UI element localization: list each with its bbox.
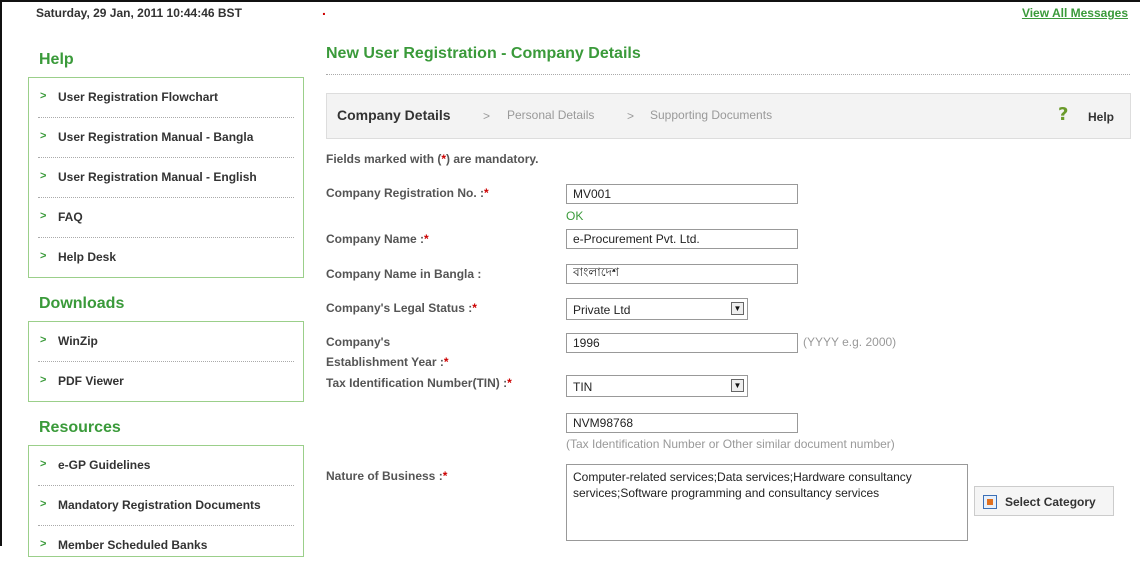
chevron-right-icon: > — [40, 170, 47, 182]
step-company-details: Company Details — [337, 107, 451, 123]
sidebar-item-egp-guidelines[interactable]: > e-GP Guidelines — [38, 446, 294, 486]
step-separator: > — [627, 109, 635, 123]
sidebar-item-label[interactable]: User Registration Manual - Bangla — [58, 130, 253, 144]
reg-no-label: Company Registration No. :* — [326, 186, 489, 200]
chevron-down-icon[interactable]: ▼ — [731, 379, 744, 392]
mandatory-note-prefix: Fields marked with ( — [326, 152, 442, 166]
legal-status-label: Company's Legal Status :* — [326, 301, 477, 315]
chevron-right-icon: > — [40, 90, 47, 102]
tin-hint: (Tax Identification Number or Other simi… — [566, 437, 895, 451]
view-all-messages-link[interactable]: View All Messages — [1022, 6, 1128, 20]
tin-type-select[interactable]: TIN ▼ — [566, 375, 748, 397]
sidebar-item-label[interactable]: Help Desk — [58, 250, 116, 264]
chevron-right-icon: > — [40, 210, 47, 222]
business-textarea[interactable]: Computer-related services;Data services;… — [566, 464, 968, 541]
tin-type-value: TIN — [573, 380, 593, 394]
help-link[interactable]: Help — [1088, 110, 1114, 124]
sidebar-item-label[interactable]: User Registration Flowchart — [58, 90, 218, 104]
chevron-down-icon[interactable]: ▼ — [731, 302, 744, 315]
mandatory-note: Fields marked with (*) are mandatory. — [326, 152, 539, 166]
sidebar-item-flowchart[interactable]: > User Registration Flowchart — [38, 78, 294, 118]
sidebar-item-manual-bangla[interactable]: > User Registration Manual - Bangla — [38, 118, 294, 158]
sidebar-item-label[interactable]: Member Scheduled Banks — [58, 538, 207, 552]
select-category-button[interactable]: Select Category — [974, 486, 1114, 516]
resources-heading: Resources — [39, 419, 121, 436]
est-year-label-text: Establishment Year : — [326, 355, 444, 369]
sidebar-item-label[interactable]: FAQ — [58, 210, 83, 224]
sidebar-item-label[interactable]: e-GP Guidelines — [58, 458, 150, 472]
datetime-text: Saturday, 29 Jan, 2011 10:44:46 BST — [36, 6, 242, 20]
sidebar-item-faq[interactable]: > FAQ — [38, 198, 294, 238]
sidebar-item-mandatory-docs[interactable]: > Mandatory Registration Documents — [38, 486, 294, 526]
reg-no-input[interactable] — [566, 184, 798, 204]
company-name-label-text: Company Name : — [326, 232, 425, 246]
step-separator: > — [483, 109, 491, 123]
page-title: New User Registration - Company Details — [326, 45, 641, 62]
sidebar-item-winzip[interactable]: > WinZip — [38, 322, 294, 362]
tin-label: Tax Identification Number(TIN) :* — [326, 376, 512, 390]
step-personal-details: Personal Details — [507, 108, 595, 122]
chevron-right-icon: > — [40, 458, 47, 470]
sidebar-item-label[interactable]: PDF Viewer — [58, 374, 124, 388]
top-bar: Saturday, 29 Jan, 2011 10:44:46 BST . Vi… — [0, 0, 1140, 30]
company-name-bangla-label: Company Name in Bangla : — [326, 267, 482, 281]
company-name-input[interactable] — [566, 229, 798, 249]
category-icon — [983, 495, 997, 509]
chevron-right-icon: > — [40, 334, 47, 346]
sidebar-item-manual-english[interactable]: > User Registration Manual - English — [38, 158, 294, 198]
required-star: * — [484, 186, 489, 200]
reg-no-label-text: Company Registration No. : — [326, 186, 485, 200]
sidebar-item-label[interactable]: User Registration Manual - English — [58, 170, 257, 184]
business-label: Nature of Business :* — [326, 469, 447, 483]
select-category-label: Select Category — [1005, 495, 1096, 509]
mandatory-note-suffix: ) are mandatory. — [446, 152, 539, 166]
step-supporting-documents: Supporting Documents — [650, 108, 773, 122]
required-star: * — [472, 301, 477, 315]
reg-no-status: OK — [566, 209, 584, 223]
sidebar-item-help-desk[interactable]: > Help Desk — [38, 238, 294, 277]
chevron-right-icon: > — [40, 130, 47, 142]
legal-status-label-text: Company's Legal Status : — [326, 301, 473, 315]
red-dot: . — [322, 2, 326, 18]
help-question-icon[interactable]: ? — [1058, 104, 1076, 125]
chevron-right-icon: > — [40, 250, 47, 262]
downloads-heading: Downloads — [39, 295, 125, 312]
legal-status-select[interactable]: Private Ltd ▼ — [566, 298, 748, 320]
required-star: * — [443, 355, 449, 369]
chevron-right-icon: > — [40, 538, 47, 550]
tin-label-text: Tax Identification Number(TIN) : — [326, 376, 508, 390]
required-star: * — [507, 376, 512, 390]
required-star: * — [424, 232, 429, 246]
company-name-bangla-input[interactable] — [566, 264, 798, 284]
chevron-right-icon: > — [40, 498, 47, 510]
sidebar-item-label[interactable]: Mandatory Registration Documents — [58, 498, 261, 512]
est-year-input[interactable] — [566, 333, 798, 353]
est-year-label-line1: Company's — [326, 335, 391, 349]
downloads-box: > WinZip > PDF Viewer — [28, 321, 304, 402]
chevron-right-icon: > — [40, 374, 47, 386]
help-box: > User Registration Flowchart > User Regis… — [28, 77, 304, 278]
business-label-text: Nature of Business : — [326, 469, 443, 483]
sidebar-item-pdf-viewer[interactable]: > PDF Viewer — [38, 362, 294, 401]
required-star: * — [442, 469, 448, 483]
sidebar-item-label[interactable]: WinZip — [58, 334, 98, 348]
resources-box: > e-GP Guidelines > Mandatory Registration… — [28, 445, 304, 557]
legal-status-value: Private Ltd — [573, 303, 631, 317]
steps-bar: Company Details > Personal Details > Sup… — [326, 93, 1131, 139]
company-name-label: Company Name :* — [326, 232, 429, 246]
help-heading: Help — [39, 51, 74, 68]
est-year-hint: (YYYY e.g. 2000) — [803, 335, 897, 349]
tin-number-input[interactable] — [566, 413, 798, 433]
title-divider — [326, 74, 1130, 75]
est-year-label: Establishment Year :* — [326, 355, 449, 369]
